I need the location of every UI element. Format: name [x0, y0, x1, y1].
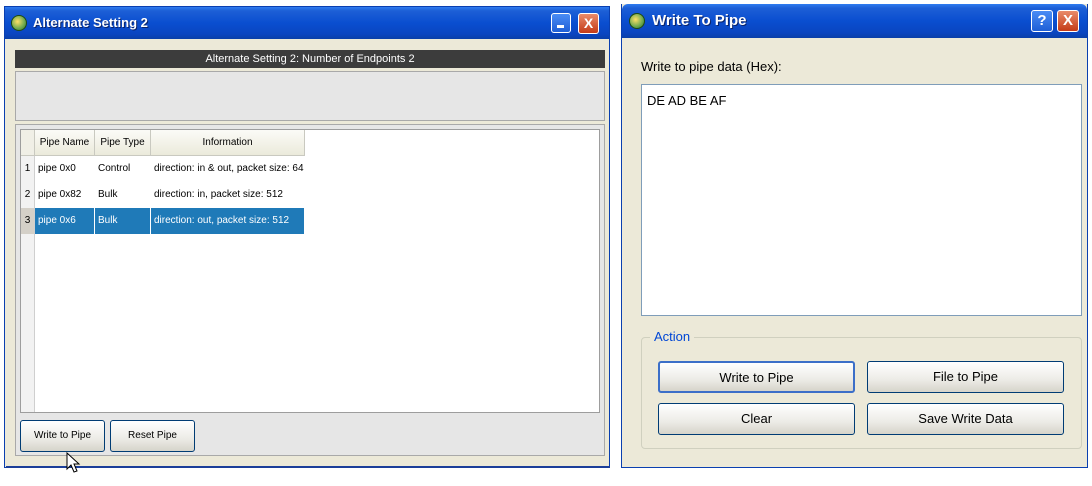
write-to-pipe-button[interactable]: Write to Pipe	[658, 361, 855, 393]
close-button[interactable]: X	[1057, 10, 1079, 32]
app-icon	[629, 13, 645, 29]
column-header-pipe-type[interactable]: Pipe Type	[95, 130, 151, 156]
close-button[interactable]: X	[578, 13, 599, 34]
minimize-button[interactable]	[551, 13, 571, 33]
window-title: Alternate Setting 2	[33, 15, 148, 30]
dialog-title: Write To Pipe	[652, 12, 747, 29]
row-number: 3	[21, 208, 35, 234]
cell-pipe-type[interactable]: Control	[95, 156, 151, 182]
status-divider	[6, 466, 610, 468]
info-panel	[15, 71, 605, 121]
row-number: 1	[21, 156, 35, 182]
pipe-table-panel: Pipe Name Pipe Type Information 1 pipe 0…	[15, 124, 605, 456]
reset-pipe-button[interactable]: Reset Pipe	[110, 420, 195, 452]
clear-button[interactable]: Clear	[658, 403, 855, 435]
help-button[interactable]: ?	[1031, 10, 1053, 32]
pipe-table: Pipe Name Pipe Type Information 1 pipe 0…	[20, 129, 600, 413]
write-to-pipe-button[interactable]: Write to Pipe	[20, 420, 105, 452]
cell-pipe-name[interactable]: pipe 0x0	[35, 156, 95, 182]
mouse-cursor-icon	[66, 452, 81, 473]
action-group-label: Action	[650, 329, 695, 344]
cell-information[interactable]: direction: out, packet size: 512	[151, 208, 305, 234]
write-to-pipe-dialog: Write To Pipe ? X Write to pipe data (He…	[621, 4, 1088, 468]
cell-information[interactable]: direction: in & out, packet size: 64	[151, 156, 305, 182]
endpoints-header: Alternate Setting 2: Number of Endpoints…	[15, 50, 605, 68]
alternate-setting-window: Alternate Setting 2 X Alternate Setting …	[4, 6, 610, 468]
column-header-pipe-name[interactable]: Pipe Name	[35, 130, 95, 156]
file-to-pipe-button[interactable]: File to Pipe	[867, 361, 1064, 393]
cell-pipe-type[interactable]: Bulk	[95, 208, 151, 234]
cell-information[interactable]: direction: in, packet size: 512	[151, 182, 305, 208]
hex-data-label: Write to pipe data (Hex):	[641, 59, 782, 74]
column-header-information[interactable]: Information	[151, 130, 305, 156]
row-number: 2	[21, 182, 35, 208]
title-bar[interactable]: Alternate Setting 2 X	[5, 7, 609, 39]
save-write-data-button[interactable]: Save Write Data	[867, 403, 1064, 435]
app-icon	[11, 15, 27, 31]
table-corner[interactable]	[21, 130, 35, 156]
hex-data-textarea[interactable]: DE AD BE AF	[641, 84, 1082, 316]
cell-pipe-name[interactable]: pipe 0x82	[35, 182, 95, 208]
cell-pipe-name[interactable]: pipe 0x6	[35, 208, 95, 234]
title-bar[interactable]: Write To Pipe ? X	[622, 4, 1087, 38]
cell-pipe-type[interactable]: Bulk	[95, 182, 151, 208]
